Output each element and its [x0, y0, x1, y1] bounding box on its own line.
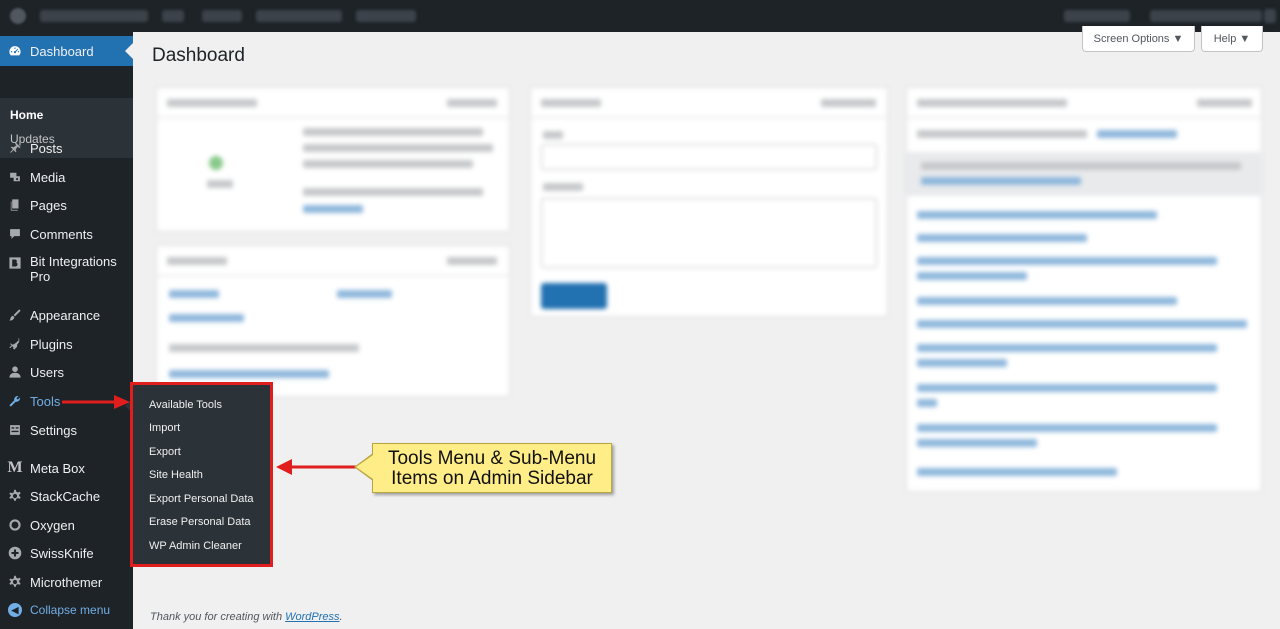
admin-bar-new[interactable]	[202, 10, 242, 22]
gear-icon	[8, 489, 22, 503]
submenu-available-tools[interactable]: Available Tools	[149, 399, 222, 411]
submenu-wp-admin-cleaner[interactable]: WP Admin Cleaner	[149, 540, 242, 552]
admin-footer: Thank you for creating with WordPress.	[150, 611, 343, 623]
sidebar-item-media[interactable]: Media	[0, 168, 133, 186]
sidebar-item-bit-integrations[interactable]: Bit Integrations Pro	[0, 254, 133, 288]
site-health-widget	[156, 87, 510, 232]
wordpress-logo-icon[interactable]	[10, 8, 26, 24]
wordpress-events-widget	[906, 87, 1263, 492]
sidebar-item-label: Settings	[30, 422, 77, 438]
sidebar-item-posts[interactable]: Posts	[0, 139, 133, 157]
sidebar-item-stackcache[interactable]: StackCache	[0, 487, 133, 505]
sidebar-item-meta-box[interactable]: M Meta Box	[0, 459, 133, 477]
sidebar-item-dashboard[interactable]: Dashboard	[0, 36, 133, 66]
sidebar-item-comments[interactable]: Comments	[0, 225, 133, 243]
admin-bar-item[interactable]	[356, 10, 416, 22]
collapse-menu-label: Collapse menu	[30, 603, 111, 617]
dashboard-icon	[8, 44, 22, 58]
sidebar-item-label: Appearance	[30, 307, 101, 323]
settings-icon	[8, 423, 22, 437]
metabox-icon: M	[7, 459, 23, 476]
media-icon	[8, 170, 22, 184]
submenu-erase-personal-data[interactable]: Erase Personal Data	[149, 516, 251, 528]
at-a-glance-widget	[156, 245, 510, 397]
pages-icon	[8, 198, 22, 212]
collapse-menu-button[interactable]: ◀ Collapse menu	[0, 602, 133, 618]
user-icon	[8, 365, 22, 379]
sidebar-item-plugins[interactable]: Plugins	[0, 335, 133, 353]
plug-icon	[8, 337, 22, 351]
annotation-arrow-icon	[62, 395, 130, 409]
tools-flyout-submenu: Available Tools Import Export Site Healt…	[130, 382, 273, 567]
submenu-home[interactable]: Home	[10, 108, 43, 122]
sidebar-item-label: SwissKnife	[30, 545, 94, 561]
sidebar-item-pages[interactable]: Pages	[0, 196, 133, 214]
collapse-arrow-icon: ◀	[8, 603, 22, 617]
sidebar-item-label: Users	[30, 364, 64, 380]
callout-line-2: Items on Admin Sidebar	[391, 468, 593, 489]
sidebar-item-appearance[interactable]: Appearance	[0, 306, 133, 324]
admin-bar-item[interactable]	[256, 10, 342, 22]
oxygen-icon	[8, 518, 22, 532]
sidebar-item-label: Meta Box	[30, 460, 85, 476]
sidebar-item-label: Posts	[30, 140, 63, 156]
submenu-export[interactable]: Export	[149, 446, 181, 458]
comments-icon	[8, 227, 22, 241]
plus-circle-icon	[8, 546, 22, 560]
wordpress-link[interactable]: WordPress	[285, 611, 339, 623]
sidebar-item-label: Bit Integrations Pro	[30, 254, 117, 284]
submenu-import[interactable]: Import	[149, 422, 180, 434]
pin-icon	[8, 141, 22, 155]
wrench-icon	[8, 394, 22, 408]
admin-bar-comments[interactable]	[162, 10, 184, 22]
help-button[interactable]: Help ▼	[1201, 26, 1263, 52]
main-content: Dashboard Screen Options ▼ Help ▼ Thank …	[133, 26, 1280, 629]
sidebar-item-label: StackCache	[30, 488, 101, 504]
admin-bar-account[interactable]	[1150, 10, 1262, 22]
admin-sidebar: Dashboard Home Updates Posts Media Pages…	[0, 32, 133, 629]
footer-text: Thank you for creating with	[150, 611, 286, 623]
bit-integrations-icon	[8, 256, 22, 270]
callout-line-1: Tools Menu & Sub-Menu	[387, 448, 597, 469]
footer-text-end: .	[339, 611, 343, 623]
admin-bar-site-link[interactable]	[40, 10, 148, 22]
submenu-site-health[interactable]: Site Health	[149, 469, 203, 481]
sidebar-item-oxygen[interactable]: Oxygen	[0, 516, 133, 534]
sidebar-item-label: Media	[30, 169, 66, 185]
annotation-callout: Tools Menu & Sub-Menu Items on Admin Sid…	[372, 443, 612, 493]
callout-tail-inner	[356, 455, 373, 479]
sidebar-item-swissknife[interactable]: SwissKnife	[0, 544, 133, 562]
screen-options-button[interactable]: Screen Options ▼	[1082, 26, 1195, 52]
sidebar-item-users[interactable]: Users	[0, 363, 133, 381]
admin-bar-item[interactable]	[1064, 10, 1130, 22]
gear-icon	[8, 575, 22, 589]
sidebar-item-label: Comments	[30, 226, 93, 242]
brush-icon	[8, 308, 22, 322]
page-title: Dashboard	[152, 45, 245, 66]
sidebar-item-label: Dashboard	[30, 43, 94, 59]
sidebar-item-settings[interactable]: Settings	[0, 421, 133, 439]
submenu-export-personal-data[interactable]: Export Personal Data	[149, 493, 254, 505]
sidebar-item-label: Microthemer	[30, 574, 103, 590]
sidebar-item-label: Tools	[30, 393, 61, 409]
annotation-arrow-icon	[276, 459, 356, 475]
quick-draft-widget	[530, 87, 888, 317]
sidebar-item-label: Oxygen	[30, 517, 75, 533]
sidebar-item-microthemer[interactable]: Microthemer	[0, 573, 133, 591]
sidebar-item-label: Pages	[30, 197, 67, 213]
avatar[interactable]	[1264, 9, 1276, 23]
sidebar-item-label: Plugins	[30, 336, 73, 352]
